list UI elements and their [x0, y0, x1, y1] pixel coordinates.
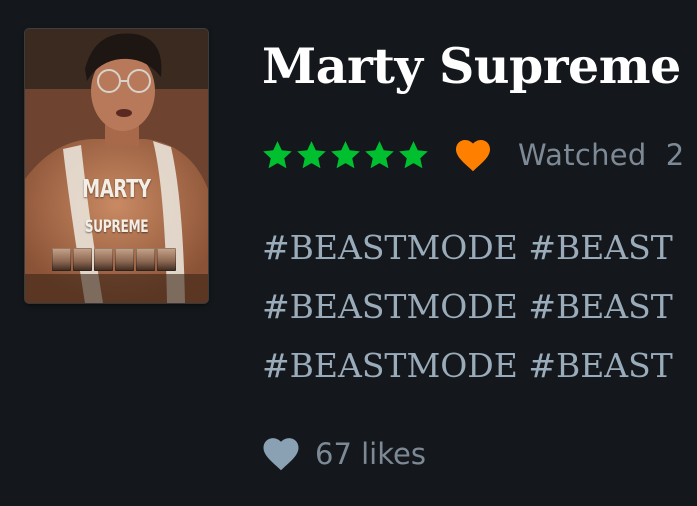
- poster-cast-strip: [52, 248, 176, 271]
- review-text: #BEASTMODE #BEAST #BEASTMODE #BEAST #BEA…: [262, 218, 697, 395]
- review-line: #BEASTMODE #BEAST: [262, 346, 673, 385]
- rating-row: Watched 2: [261, 136, 684, 174]
- watched-date-value: 2: [665, 138, 685, 172]
- poster-title-line2: SUPREME: [84, 217, 149, 237]
- star-icon: [263, 140, 292, 168]
- liked-heart-icon: [456, 140, 490, 172]
- likes-count[interactable]: 67 likes: [315, 437, 426, 471]
- film-poster[interactable]: MARTY SUPREME: [25, 29, 208, 303]
- cast-thumbnail: [52, 248, 71, 271]
- cast-thumbnail: [136, 248, 155, 271]
- review-line: #BEASTMODE #BEAST: [262, 228, 673, 267]
- poster-title-line1: MARTY: [82, 174, 151, 203]
- star-icon: [365, 140, 394, 168]
- review-page: MARTY SUPREME Marty Supreme Watched 2 #B…: [0, 0, 697, 506]
- star-icon: [331, 140, 360, 168]
- star-rating: [261, 139, 430, 172]
- watched-label: Watched: [518, 138, 647, 172]
- cast-thumbnail: [73, 248, 92, 271]
- cast-thumbnail: [157, 248, 176, 271]
- heart-icon[interactable]: [261, 436, 301, 471]
- likes-row[interactable]: 67 likes: [261, 436, 426, 471]
- film-title[interactable]: Marty Supreme: [262, 30, 681, 102]
- watched-date: Watched 2: [518, 138, 684, 172]
- cast-thumbnail: [115, 248, 134, 271]
- cast-thumbnail: [94, 248, 113, 271]
- star-icon: [399, 140, 428, 168]
- review-line: #BEASTMODE #BEAST: [262, 287, 673, 326]
- star-icon: [297, 140, 326, 168]
